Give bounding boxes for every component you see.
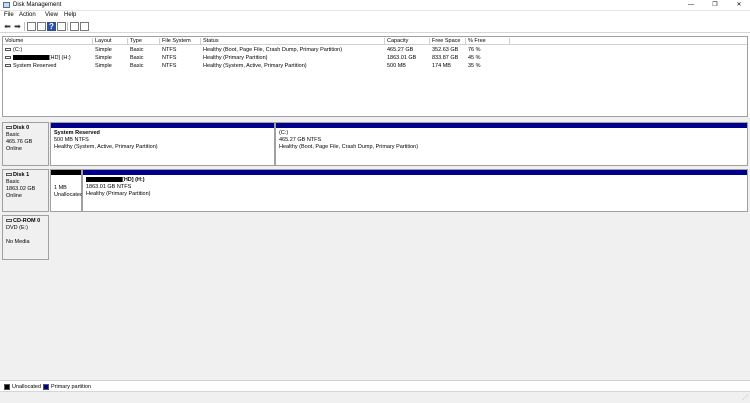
volume-icon bbox=[5, 56, 11, 60]
status-bar: ⋰ bbox=[0, 391, 750, 403]
toolbar-separator bbox=[67, 22, 68, 31]
disk-map: Disk 0 Basic 465.76 GB Online System Res… bbox=[0, 122, 750, 380]
toolbar-separator bbox=[24, 22, 25, 31]
partition-h[interactable]: [HD] (H:) 1863.01 GB NTFS Healthy (Prima… bbox=[82, 169, 748, 212]
restore-button[interactable]: ❐ bbox=[704, 0, 726, 11]
legend-swatch-unallocated bbox=[4, 384, 10, 390]
properties-icon[interactable] bbox=[37, 22, 46, 31]
cdrom-0-row: CD-ROM 0 DVD (E:) No Media bbox=[0, 215, 750, 260]
volume-icon bbox=[5, 48, 11, 52]
menu-file[interactable]: File bbox=[4, 12, 14, 18]
column-header-percent-free[interactable]: % Free bbox=[466, 38, 510, 45]
column-header-file-system[interactable]: File System bbox=[160, 38, 201, 45]
partition-system-reserved[interactable]: System Reserved 500 MB NTFS Healthy (Sys… bbox=[50, 122, 275, 166]
check-disk-icon[interactable] bbox=[70, 22, 79, 31]
column-header-status[interactable]: Status bbox=[201, 38, 385, 45]
partition-unallocated[interactable]: 1 MB Unallocated bbox=[50, 169, 82, 212]
menu-action[interactable]: Action bbox=[19, 12, 36, 18]
refresh-icon[interactable] bbox=[80, 22, 89, 31]
console-view-icon[interactable] bbox=[57, 22, 66, 31]
resize-grip-icon[interactable]: ⋰ bbox=[742, 394, 748, 401]
partition-c[interactable]: (C:) 465.27 GB NTFS Healthy (Boot, Page … bbox=[275, 122, 748, 166]
cdrom-icon bbox=[6, 219, 12, 223]
redaction-mark bbox=[86, 177, 122, 183]
menu-view[interactable]: View bbox=[45, 12, 58, 18]
disk-1-label[interactable]: Disk 1 Basic 1863.02 GB Online bbox=[2, 169, 49, 212]
primary-partition-bar bbox=[276, 123, 747, 128]
column-header-capacity[interactable]: Capacity bbox=[385, 38, 430, 45]
close-button[interactable]: ✕ bbox=[728, 0, 750, 11]
disk-1-row: Disk 1 Basic 1863.02 GB Online 1 MB Unal… bbox=[0, 169, 750, 212]
table-row[interactable]: [HD] (H:) Simple Basic NTFS Healthy (Pri… bbox=[3, 54, 747, 62]
cdrom-0-label[interactable]: CD-ROM 0 DVD (E:) No Media bbox=[2, 215, 49, 260]
volume-icon bbox=[5, 64, 11, 68]
table-row[interactable]: System Reserved Simple Basic NTFS Health… bbox=[3, 62, 747, 70]
toolbar: ⬅ ➡ ? bbox=[0, 20, 750, 33]
forward-icon[interactable]: ➡ bbox=[13, 22, 22, 31]
disk-icon bbox=[6, 126, 12, 130]
show-hide-console-tree-icon[interactable] bbox=[27, 22, 36, 31]
minimize-button[interactable]: — bbox=[680, 0, 702, 11]
legend-label-unallocated: Unallocated bbox=[12, 384, 42, 390]
disk-0-row: Disk 0 Basic 465.76 GB Online System Res… bbox=[0, 122, 750, 166]
title-bar: Disk Management — ❐ ✕ bbox=[0, 0, 750, 11]
redaction-mark bbox=[13, 55, 49, 61]
disk-icon bbox=[6, 173, 12, 177]
legend-swatch-primary bbox=[43, 384, 49, 390]
unallocated-bar bbox=[51, 170, 81, 175]
legend-label-primary: Primary partition bbox=[51, 384, 92, 390]
volume-list: Volume Layout Type File System Status Ca… bbox=[2, 36, 748, 117]
legend: Unallocated Primary partition bbox=[0, 380, 750, 391]
menu-bar: File Action View Help bbox=[0, 11, 750, 20]
disk-management-icon bbox=[3, 2, 10, 8]
column-header-type[interactable]: Type bbox=[128, 38, 160, 45]
menu-help[interactable]: Help bbox=[64, 12, 76, 18]
table-row[interactable]: (C:) Simple Basic NTFS Healthy (Boot, Pa… bbox=[3, 46, 747, 54]
column-header-layout[interactable]: Layout bbox=[93, 38, 128, 45]
volume-list-header: Volume Layout Type File System Status Ca… bbox=[3, 37, 747, 45]
primary-partition-bar bbox=[51, 123, 274, 128]
disk-0-label[interactable]: Disk 0 Basic 465.76 GB Online bbox=[2, 122, 49, 166]
column-header-volume[interactable]: Volume bbox=[3, 38, 93, 45]
help-icon[interactable]: ? bbox=[47, 22, 56, 31]
column-header-free-space[interactable]: Free Space bbox=[430, 38, 466, 45]
back-icon[interactable]: ⬅ bbox=[3, 22, 12, 31]
primary-partition-bar bbox=[83, 170, 747, 175]
window-title: Disk Management bbox=[13, 2, 62, 8]
cdrom-0-empty-area bbox=[50, 215, 748, 260]
